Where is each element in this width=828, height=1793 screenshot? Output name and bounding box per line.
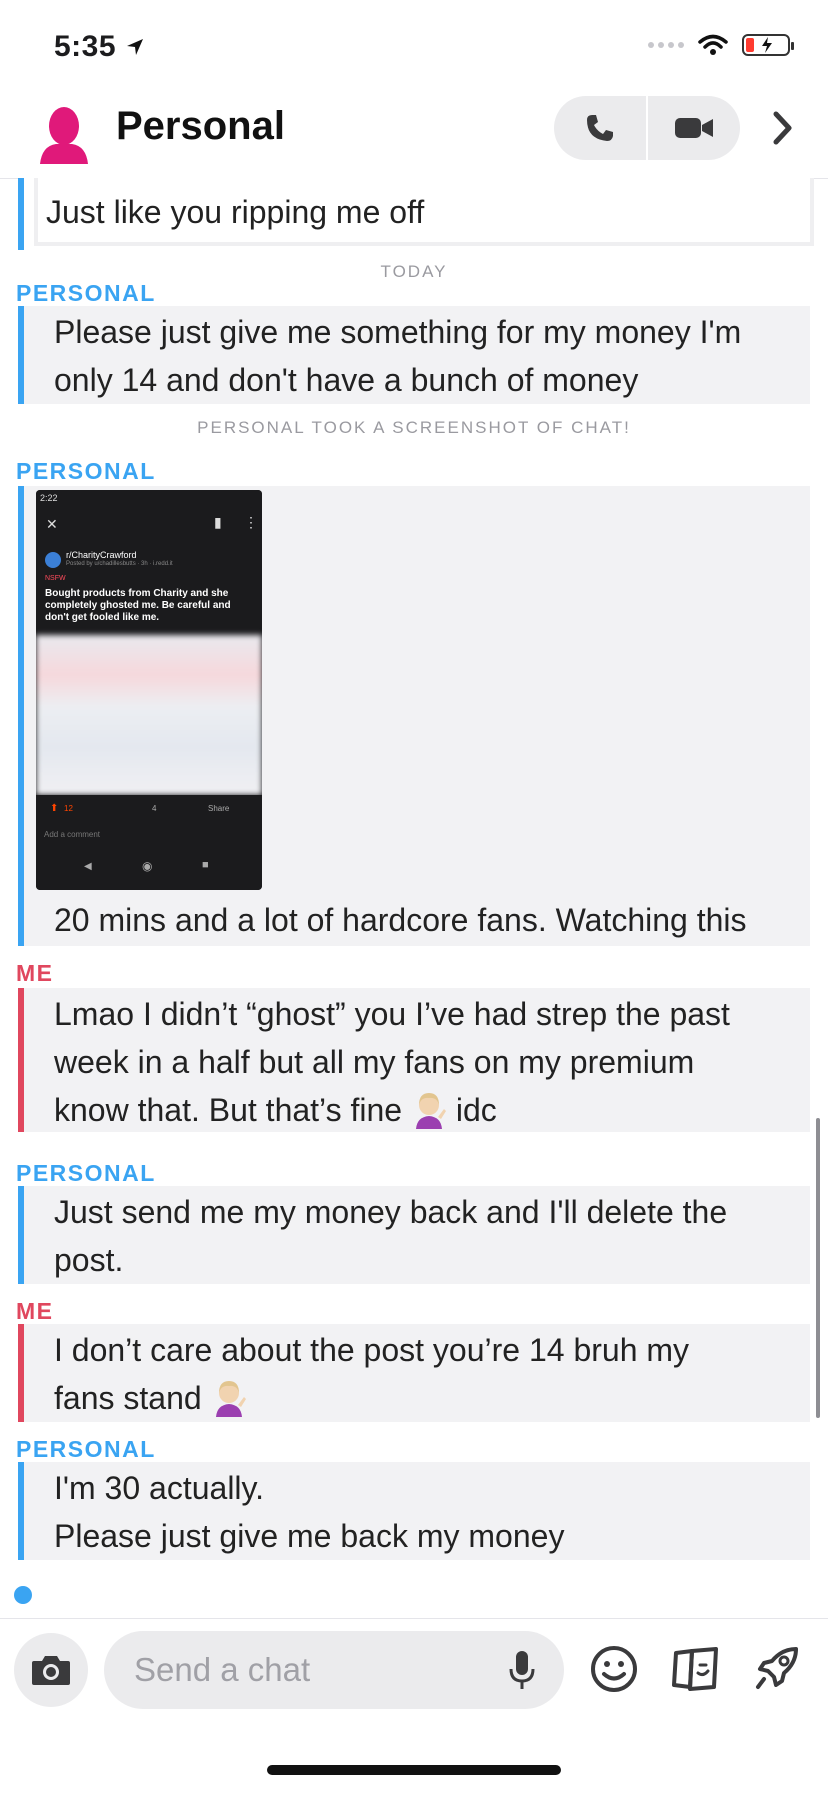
- bitmoji-silhouette-icon: [40, 107, 88, 164]
- scrollbar[interactable]: [816, 1118, 820, 1418]
- message-line: Just send me my money back and I'll dele…: [54, 1194, 728, 1230]
- status-indicators: [648, 34, 794, 56]
- phone-icon: [587, 115, 613, 141]
- message-line: Please just give me something for my mon…: [54, 314, 742, 350]
- sender-label: PERSONAL: [16, 458, 156, 484]
- smiley-icon: [591, 1646, 637, 1692]
- chat-input[interactable]: [104, 1631, 564, 1709]
- message-bubble[interactable]: Lmao I didn’t “ghost” you I’ve had strep…: [18, 988, 810, 1132]
- status-time: 5:35: [54, 30, 145, 64]
- woman-tipping-hand-emoji-icon: [415, 1093, 446, 1129]
- day-divider: TODAY: [380, 262, 448, 281]
- message-line: I don’t care about the post you’re 14 br…: [54, 1332, 690, 1368]
- message-bubble[interactable]: Please just give me something for my mon…: [18, 306, 810, 404]
- games-button[interactable]: [752, 1643, 802, 1698]
- message-bubble[interactable]: Just send me my money back and I'll dele…: [18, 1186, 810, 1284]
- location-arrow-icon: [126, 39, 143, 55]
- sender-label: PERSONAL: [16, 1160, 156, 1186]
- message-line: Please just give me back my money: [54, 1518, 565, 1554]
- shared-screenshot-image[interactable]: 2:22 ✕ ▮ ⋮ r/CharityCrawford Posted by u…: [36, 490, 262, 890]
- rocket-icon: [756, 1647, 798, 1689]
- sender-label: PERSONAL: [16, 280, 156, 306]
- avatar[interactable]: [38, 106, 90, 169]
- message-line: only 14 and don't have a bunch of money: [54, 362, 639, 398]
- bookmark-icon: ▮: [214, 514, 222, 530]
- message-bubble[interactable]: I'm 30 actually. Please just give me bac…: [18, 1462, 810, 1560]
- partial-message: Just like you ripping me off: [18, 178, 814, 250]
- message-line-with-emoji: fans stand: [54, 1374, 247, 1422]
- home-indicator[interactable]: [267, 1765, 561, 1775]
- mic-icon: [509, 1651, 535, 1689]
- upvote-icon: ⬆: [50, 803, 59, 814]
- wifi-icon: [698, 34, 728, 55]
- cards-icon: [672, 1647, 718, 1691]
- camera-icon: [32, 1656, 70, 1685]
- screenshot-notice: PERSONAL TOOK A SCREENSHOT OF CHAT!: [197, 418, 631, 437]
- battery-icon: [742, 34, 794, 56]
- message-line: I'm 30 actually.: [54, 1470, 265, 1506]
- sender-label: ME: [16, 960, 54, 986]
- presence-dot: [14, 1586, 32, 1604]
- nav-back-icon: ◀: [84, 861, 92, 872]
- stickers-button[interactable]: [670, 1645, 722, 1698]
- camera-button[interactable]: [14, 1633, 88, 1707]
- nav-recents-icon: ■: [202, 859, 209, 871]
- message-text: Just like you ripping me off: [46, 194, 425, 230]
- message-line: 20 mins and a lot of hardcore fans. Watc…: [54, 902, 747, 938]
- sender-label: PERSONAL: [16, 1436, 156, 1462]
- woman-tipping-hand-emoji-icon: [215, 1381, 246, 1417]
- message-line: Lmao I didn’t “ghost” you I’ve had strep…: [54, 996, 730, 1032]
- blurred-content: [36, 635, 262, 795]
- more-icon: ⋮: [244, 514, 258, 530]
- call-buttons: [554, 96, 740, 160]
- emoji-button[interactable]: [590, 1645, 638, 1698]
- nav-home-icon: ◉: [142, 859, 153, 873]
- close-icon: ✕: [46, 516, 58, 532]
- chevron-right-icon[interactable]: [770, 110, 794, 151]
- chat-title[interactable]: Personal: [116, 104, 285, 149]
- sender-label: ME: [16, 1298, 54, 1324]
- voice-call-button[interactable]: [554, 96, 646, 160]
- chat-header: Personal: [0, 88, 828, 179]
- video-call-button[interactable]: [648, 96, 740, 160]
- message-line: post.: [54, 1242, 124, 1278]
- message-bubble[interactable]: I don’t care about the post you’re 14 br…: [18, 1324, 810, 1422]
- mic-button[interactable]: [506, 1649, 538, 1696]
- reddit-avatar: [45, 552, 61, 568]
- message-line-with-emoji: know that. But that’s fine idc: [54, 1086, 497, 1134]
- signal-icon: [648, 42, 684, 48]
- message-line: week in a half but all my fans on my pre…: [54, 1044, 695, 1080]
- video-icon: [675, 118, 713, 138]
